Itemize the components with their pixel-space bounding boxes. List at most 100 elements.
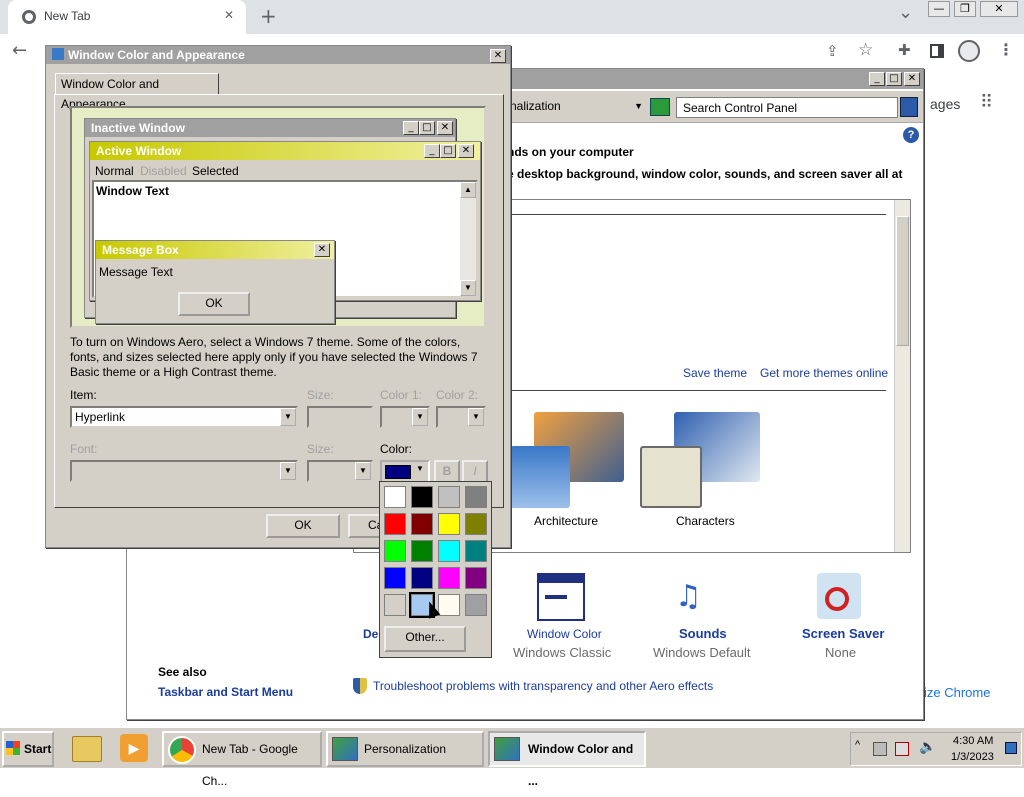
color-swatch[interactable] (438, 486, 460, 508)
refresh-icon[interactable] (650, 98, 670, 116)
side-panel-icon[interactable] (930, 44, 944, 58)
taskbar-window-color[interactable]: Window Color and ... (488, 731, 646, 788)
color-swatch[interactable] (465, 594, 487, 616)
taskbar-chrome-label: New Tab - Google Ch... (202, 742, 298, 788)
chrome-menu-icon[interactable]: ⋮ (998, 40, 1014, 59)
cp-search-field[interactable]: Search Control Panel (676, 97, 898, 118)
other-colors-button[interactable]: Other... (384, 626, 466, 652)
dialog-tab[interactable]: Window Color and Appearance (55, 73, 219, 111)
cp-close-button[interactable]: ✕ (904, 72, 920, 86)
sounds-icon[interactable]: ♫ (675, 573, 725, 621)
characters-theme-thumbnail[interactable] (640, 412, 760, 508)
ok-button[interactable]: OK (266, 514, 340, 538)
item-select[interactable]: Hyperlink ▼ (70, 406, 298, 428)
color-swatch[interactable] (384, 486, 406, 508)
color-swatch[interactable] (411, 567, 433, 589)
chrome-tab[interactable]: New Tab ✕ (8, 0, 246, 34)
theme-image-front (510, 446, 570, 508)
color-swatch[interactable] (384, 540, 406, 562)
screen-saver-icon[interactable] (817, 573, 861, 619)
color2-picker: ▼ (436, 406, 486, 428)
color-swatch[interactable] (384, 594, 406, 616)
action-center-icon[interactable] (895, 742, 909, 756)
customize-chrome-text[interactable]: ize Chrome (924, 685, 990, 700)
color-swatch[interactable] (384, 567, 406, 589)
color-swatch[interactable] (438, 513, 460, 535)
color-swatch[interactable] (438, 567, 460, 589)
inactive-maximize-icon: □ (419, 121, 435, 135)
network-icon[interactable] (873, 742, 887, 756)
dialog-close-button[interactable]: ✕ (490, 49, 506, 63)
color-swatch[interactable] (438, 540, 460, 562)
volume-icon[interactable]: 🔈 (919, 739, 936, 755)
chrome-restore-button[interactable]: ❐ (954, 1, 976, 17)
color-swatch[interactable] (411, 513, 433, 535)
back-icon[interactable]: ← (12, 40, 27, 61)
color-swatch[interactable] (384, 513, 406, 535)
cp-search-placeholder: Search Control Panel (683, 101, 798, 115)
troubleshoot-link[interactable]: Troubleshoot problems with transparency … (373, 679, 713, 693)
theme-list-scrollbar[interactable] (894, 200, 910, 552)
tab-dropdown-icon[interactable]: ⌄ (898, 2, 913, 23)
desktop-background-link[interactable]: De (363, 627, 378, 641)
clock-date[interactable]: 1/3/2023 (951, 751, 994, 763)
get-more-themes-link[interactable]: Get more themes online (760, 366, 888, 380)
item-dropdown-icon[interactable]: ▼ (280, 408, 296, 426)
cp-maximize-button[interactable]: □ (886, 72, 902, 86)
save-theme-link[interactable]: Save theme (683, 366, 747, 380)
screen-saver-link[interactable]: Screen Saver (802, 626, 884, 641)
apps-grid-icon[interactable]: ⠿ (980, 92, 993, 113)
color-swatch[interactable] (411, 486, 433, 508)
window-color-icon-line (545, 595, 567, 599)
color-swatch[interactable] (465, 513, 487, 535)
sounds-link[interactable]: Sounds (679, 626, 727, 641)
clock-time[interactable]: 4:30 AM (953, 735, 993, 747)
inactive-title: Inactive Window (91, 121, 185, 135)
bookmark-star-icon[interactable]: ☆ (858, 40, 873, 60)
taskbar-start-menu-link[interactable]: Taskbar and Start Menu (158, 685, 293, 699)
architecture-theme-thumbnail[interactable] (510, 412, 626, 508)
chrome-favicon (22, 10, 36, 24)
chrome-minimize-button[interactable]: — (928, 1, 950, 17)
show-desktop-icon[interactable] (1005, 742, 1017, 754)
extensions-icon[interactable]: ✚ (898, 41, 911, 59)
window-color-icon[interactable] (537, 573, 585, 621)
cp-minimize-button[interactable]: _ (869, 72, 885, 86)
chrome-close-button[interactable]: ✕ (980, 1, 1018, 17)
scroll-up-icon: ▲ (460, 182, 476, 198)
scroll-thumb[interactable] (896, 216, 909, 346)
inactive-close-icon: ✕ (437, 121, 453, 135)
color-swatch[interactable] (411, 540, 433, 562)
theme-label: Characters (676, 514, 735, 528)
color-swatch[interactable] (465, 540, 487, 562)
explorer-quicklaunch-icon[interactable] (72, 736, 102, 762)
window-color-link[interactable]: Window Color (527, 627, 602, 641)
profile-avatar[interactable] (958, 40, 980, 62)
color-swatch[interactable] (438, 594, 460, 616)
taskbar-chrome[interactable]: New Tab - Google Ch... (162, 731, 322, 788)
color-swatch[interactable] (465, 486, 487, 508)
tab-close-icon[interactable]: ✕ (224, 8, 234, 22)
breadcrumb-dropdown-icon[interactable]: ▼ (634, 97, 643, 115)
new-tab-icon[interactable]: + (260, 4, 277, 28)
color1-dropdown-icon: ▼ (412, 408, 428, 426)
tray-expand-icon[interactable]: ^ (855, 739, 860, 751)
taskbar-window-color-label: Window Color and ... (528, 742, 634, 788)
msgbox-title: Message Box (102, 243, 179, 257)
dialog-app-icon (52, 48, 64, 60)
search-icon[interactable] (900, 97, 918, 117)
window-color-task-icon (494, 737, 520, 761)
font-size-label: Size: (307, 442, 334, 456)
taskbar-personalization[interactable]: Personalization (326, 731, 484, 767)
cp-breadcrumb[interactable]: nalization ▼ (507, 97, 645, 119)
color-swatch[interactable] (465, 567, 487, 589)
share-icon[interactable]: ⇪ (826, 42, 839, 60)
help-icon[interactable]: ? (903, 127, 919, 143)
menu-selected: Selected (192, 164, 239, 178)
theme-image-front (640, 446, 702, 508)
start-button[interactable]: Start (2, 731, 54, 767)
menu-disabled: Disabled (140, 164, 187, 178)
media-player-quicklaunch-icon[interactable]: ▶ (120, 734, 148, 762)
color-dropdown-icon[interactable]: ▼ (416, 464, 424, 473)
cp-heading: nds on your computer (507, 145, 634, 159)
